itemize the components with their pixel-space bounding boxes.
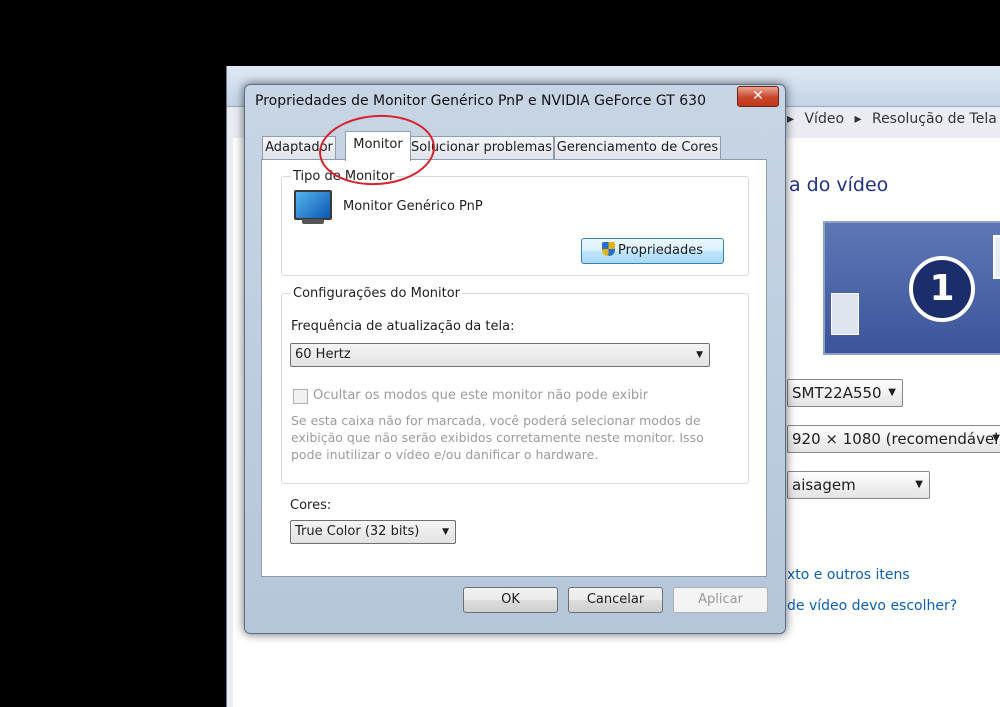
hide-modes-description-line: exibição que não serão exibidos corretam… xyxy=(291,430,704,445)
monitor-stand-icon xyxy=(302,219,324,224)
hide-modes-description-line: Se esta caixa não for marcada, você pode… xyxy=(291,413,701,428)
monitor-number-badge[interactable]: 1 xyxy=(909,256,975,322)
monitor-type-group: Tipo de Monitor Monitor Genérico PnP Pro… xyxy=(281,169,749,276)
properties-button[interactable]: Propriedades xyxy=(581,238,724,264)
dialog-title: Propriedades de Monitor Genérico PnP e N… xyxy=(255,93,706,109)
computer-tower-icon xyxy=(831,293,859,335)
apply-button[interactable]: Aplicar xyxy=(673,587,768,613)
resolution-select[interactable]: 920 × 1080 (recomendável) ▼ xyxy=(787,425,1000,453)
orientation-select-value: aisagem xyxy=(792,476,856,494)
hide-modes-label: Ocultar os modos que este monitor não po… xyxy=(313,388,649,403)
tab-color-management[interactable]: Gerenciamento de Cores xyxy=(554,136,721,159)
breadcrumb: ▸ Vídeo ▸ Resolução de Tela xyxy=(787,111,1000,127)
shield-icon xyxy=(601,242,615,256)
display-preview[interactable]: 1 xyxy=(823,221,1000,355)
monitor-tab-panel: Tipo de Monitor Monitor Genérico PnP Pro… xyxy=(261,159,767,577)
monitor-settings-label: Configurações do Monitor xyxy=(291,286,463,301)
colors-value: True Color (32 bits) xyxy=(295,524,420,539)
ok-button[interactable]: OK xyxy=(463,587,558,613)
chevron-down-icon: ▼ xyxy=(888,387,896,398)
refresh-rate-select[interactable]: 60 Hertz ▼ xyxy=(290,343,710,367)
which-settings-link[interactable]: de vídeo devo escolher? xyxy=(787,598,957,614)
colors-label: Cores: xyxy=(290,498,332,513)
close-icon: ✕ xyxy=(752,88,764,104)
breadcrumb-video[interactable]: Vídeo xyxy=(804,111,844,127)
background-page-title: a do vídeo xyxy=(789,174,889,196)
monitor-settings-group: Configurações do Monitor Frequência de a… xyxy=(281,286,749,484)
breadcrumb-resolution[interactable]: Resolução de Tela xyxy=(872,111,997,127)
chevron-down-icon: ▼ xyxy=(696,350,703,360)
monitor-name: Monitor Genérico PnP xyxy=(343,199,483,214)
resolution-select-value: 920 × 1080 (recomendável) xyxy=(792,430,1000,448)
cancel-button[interactable]: Cancelar xyxy=(568,587,663,613)
monitor-icon xyxy=(294,190,332,220)
chevron-down-icon: ▼ xyxy=(992,433,1000,444)
secondary-monitor-icon[interactable] xyxy=(993,235,1000,279)
properties-button-label: Propriedades xyxy=(617,243,704,258)
text-size-link[interactable]: xto e outros itens xyxy=(787,567,910,583)
refresh-rate-label: Frequência de atualização da tela: xyxy=(291,319,515,334)
chevron-down-icon: ▼ xyxy=(915,479,923,490)
breadcrumb-separator: ▸ xyxy=(787,111,795,127)
breadcrumb-separator: ▸ xyxy=(854,111,862,127)
close-button[interactable]: ✕ xyxy=(737,86,779,107)
display-select-value: SMT22A550 xyxy=(792,384,882,402)
hide-modes-description-line: pode inutilizar o vídeo e/ou danificar o… xyxy=(291,447,599,462)
colors-select[interactable]: True Color (32 bits) ▼ xyxy=(290,520,456,544)
chevron-down-icon: ▼ xyxy=(442,527,449,537)
orientation-select[interactable]: aisagem ▼ xyxy=(787,471,930,499)
hide-modes-checkbox[interactable] xyxy=(293,389,308,404)
display-select[interactable]: SMT22A550 ▼ xyxy=(787,379,903,407)
refresh-rate-value: 60 Hertz xyxy=(295,347,351,362)
